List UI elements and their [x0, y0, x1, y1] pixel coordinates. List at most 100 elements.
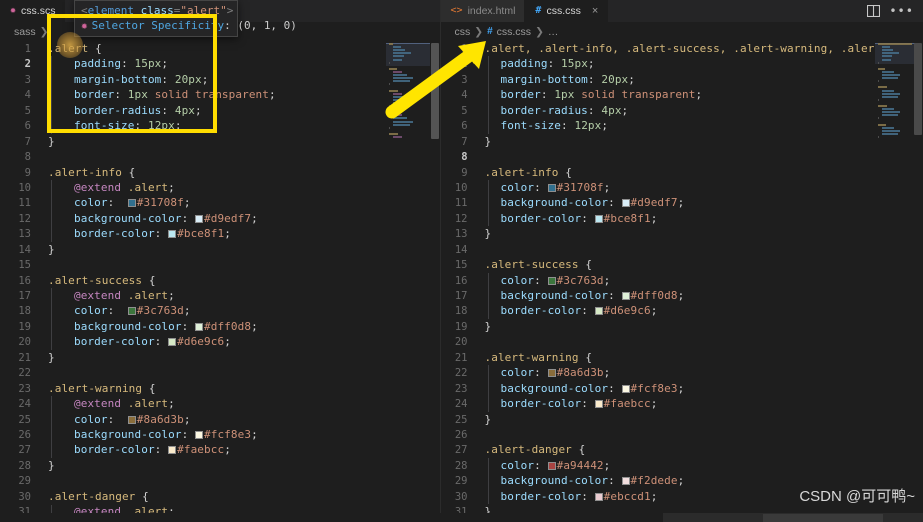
code-line[interactable]: border-color: #d6e9c6;	[485, 303, 923, 318]
color-swatch[interactable]	[195, 322, 204, 331]
code-line[interactable]: border: 1px solid transparent;	[48, 87, 440, 102]
code-line[interactable]: font-size: 12px;	[48, 118, 440, 133]
code-line[interactable]: color: #3c763d;	[485, 273, 923, 288]
code-line[interactable]: border-color: #bce8f1;	[48, 226, 440, 241]
breadcrumb-root[interactable]: css	[455, 26, 471, 38]
code-line[interactable]: @extend .alert;	[48, 288, 440, 303]
code-line[interactable]: font-size: 12px;	[485, 118, 923, 133]
code-line[interactable]: @extend .alert;	[48, 180, 440, 195]
code-line[interactable]: color: #31708f;	[48, 195, 440, 210]
code-line[interactable]: color: #8a6d3b;	[48, 412, 440, 427]
more-actions-icon[interactable]: •••	[889, 5, 914, 17]
code-line[interactable]: background-color: #f2dede;	[485, 473, 923, 488]
code-line[interactable]: }	[485, 319, 923, 334]
tab-index-html[interactable]: <> index.html	[440, 0, 526, 22]
code-line[interactable]: .alert, .alert-info, .alert-success, .al…	[485, 41, 923, 56]
color-swatch[interactable]	[127, 415, 136, 424]
color-swatch[interactable]	[195, 430, 204, 439]
code-line[interactable]: @extend .alert;	[48, 396, 440, 411]
color-swatch[interactable]	[594, 492, 603, 501]
color-swatch[interactable]	[594, 400, 603, 409]
vertical-scrollbar-right[interactable]	[913, 41, 923, 521]
code-line[interactable]: .alert {	[48, 41, 440, 56]
code-line[interactable]: .alert-info {	[485, 165, 923, 180]
code-line[interactable]: color: #3c763d;	[48, 303, 440, 318]
color-swatch[interactable]	[547, 461, 556, 470]
code-line[interactable]: background-color: #d9edf7;	[48, 211, 440, 226]
breadcrumb-root[interactable]: sass	[14, 26, 36, 38]
code-line[interactable]: .alert-warning {	[485, 350, 923, 365]
breadcrumb-more[interactable]: …	[548, 26, 559, 38]
code-line[interactable]	[48, 149, 440, 164]
color-swatch[interactable]	[127, 307, 136, 316]
code-line[interactable]: }	[485, 226, 923, 241]
code-line[interactable]: .alert-danger {	[48, 489, 440, 504]
code-line[interactable]: background-color: #dff0d8;	[485, 288, 923, 303]
color-swatch[interactable]	[195, 214, 204, 223]
code-line[interactable]	[48, 257, 440, 272]
color-swatch[interactable]	[621, 384, 630, 393]
color-swatch[interactable]	[547, 276, 556, 285]
code-line[interactable]: .alert-success {	[485, 257, 923, 272]
code-line[interactable]: }	[48, 134, 440, 149]
tab-css-css[interactable]: # css.css ×	[525, 0, 609, 22]
vertical-scrollbar-left[interactable]	[430, 41, 440, 521]
code-line[interactable]: border-color: #faebcc;	[48, 442, 440, 457]
code-line[interactable]	[485, 427, 923, 442]
code-line[interactable]: border-color: #faebcc;	[485, 396, 923, 411]
vertical-scrollbar-thumb-right[interactable]	[914, 43, 922, 135]
code-line[interactable]	[48, 473, 440, 488]
code-line[interactable]: border-color: #ebccd1;	[485, 489, 923, 504]
code-line[interactable]: color: #8a6d3b;	[485, 365, 923, 380]
code-content-left[interactable]: .alert {padding: 15px; margin-bottom: 20p…	[38, 41, 440, 521]
code-line[interactable]: }	[485, 134, 923, 149]
code-line[interactable]: margin-bottom: 20px;	[485, 72, 923, 87]
code-line[interactable]: .alert-danger {	[485, 442, 923, 457]
code-line[interactable]: border-color: #bce8f1;	[485, 211, 923, 226]
split-editor-icon[interactable]	[867, 2, 881, 21]
code-area-right[interactable]: 1 2 3 4 5 6 7 8 9 10 11 12 13 14 15 16 17 18 19 20 21 22 23 24 2…	[440, 41, 923, 521]
code-line[interactable]	[485, 334, 923, 349]
code-content-right[interactable]: .alert, .alert-info, .alert-success, .al…	[475, 41, 923, 521]
code-line[interactable]: border: 1px solid transparent;	[485, 87, 923, 102]
tab-css-scss[interactable]: ✹ css.scs	[0, 0, 66, 22]
code-line[interactable]: border-color: #d6e9c6;	[48, 334, 440, 349]
code-line[interactable]: background-color: #fcf8e3;	[485, 381, 923, 396]
code-line[interactable]: .alert-success {	[48, 273, 440, 288]
code-line[interactable]: border-radius: 4px;	[485, 103, 923, 118]
code-line[interactable]: .alert-info {	[48, 165, 440, 180]
code-line[interactable]: background-color: #fcf8e3;	[48, 427, 440, 442]
color-swatch[interactable]	[621, 199, 630, 208]
close-icon[interactable]: ×	[592, 5, 598, 17]
code-line[interactable]: margin-bottom: 20px;	[48, 72, 440, 87]
color-swatch[interactable]	[168, 230, 177, 239]
color-swatch[interactable]	[594, 214, 603, 223]
code-line[interactable]: }	[48, 242, 440, 257]
color-swatch[interactable]	[547, 183, 556, 192]
code-line[interactable]: padding: 15px;	[485, 56, 923, 71]
code-line[interactable]: padding: 15px;	[48, 56, 440, 71]
code-area-left[interactable]: 1 2 3 4 5 6 7 8 9 10 11 12 13 14 15 16 17 18 19 20 21 22 23 24 2…	[0, 41, 440, 521]
code-line[interactable]: }	[48, 458, 440, 473]
code-line[interactable]: color: #31708f;	[485, 180, 923, 195]
vertical-scrollbar-thumb-left[interactable]	[430, 43, 439, 139]
color-swatch[interactable]	[621, 292, 630, 300]
color-swatch[interactable]	[547, 369, 556, 378]
breadcrumb-right[interactable]: css ❯ # css.css ❯ …	[440, 22, 923, 41]
code-line[interactable]	[485, 149, 923, 164]
code-line[interactable]	[485, 242, 923, 257]
code-line[interactable]: background-color: #dff0d8;	[48, 319, 440, 334]
color-swatch[interactable]	[168, 446, 177, 455]
color-swatch[interactable]	[594, 307, 603, 316]
code-line[interactable]: color: #a94442;	[485, 458, 923, 473]
color-swatch[interactable]	[168, 338, 177, 347]
code-line[interactable]	[48, 365, 440, 380]
breadcrumb-file[interactable]: css.css	[497, 26, 531, 38]
code-line[interactable]: .alert-warning {	[48, 381, 440, 396]
color-swatch[interactable]	[127, 199, 136, 208]
code-line[interactable]: }	[485, 412, 923, 427]
color-swatch[interactable]	[621, 477, 630, 486]
code-line[interactable]: background-color: #d9edf7;	[485, 195, 923, 210]
code-line[interactable]: }	[48, 350, 440, 365]
code-line[interactable]: border-radius: 4px;	[48, 103, 440, 118]
